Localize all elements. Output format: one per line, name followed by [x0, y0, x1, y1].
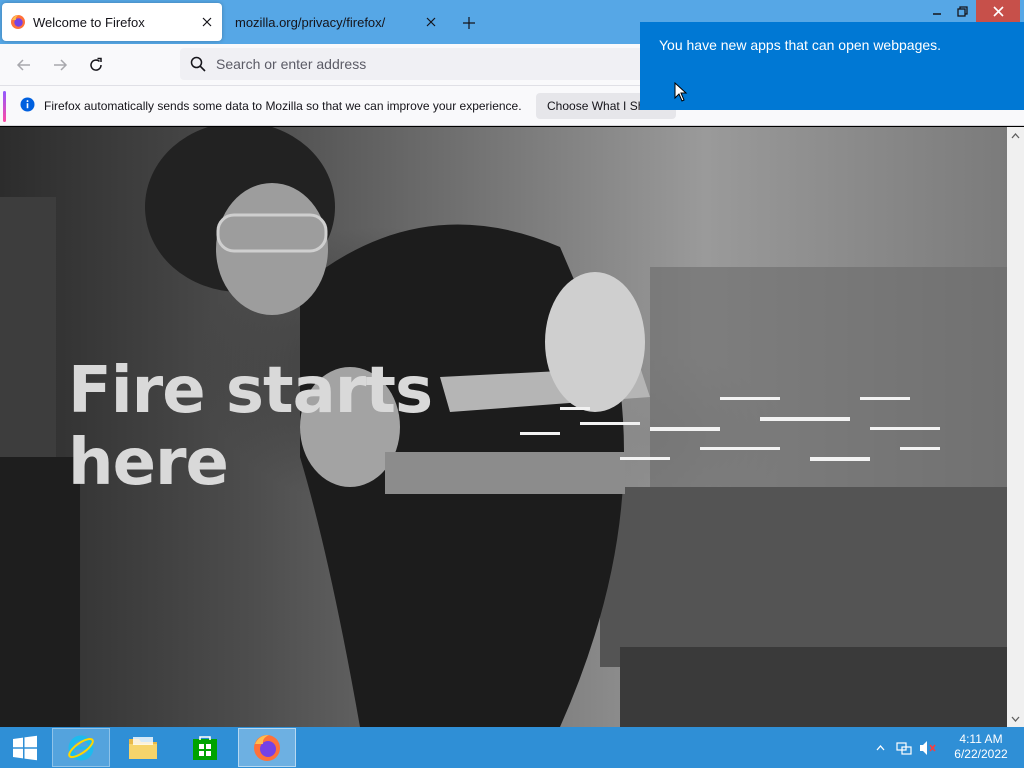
forward-button[interactable] [46, 51, 74, 79]
system-tray [870, 727, 942, 768]
restore-icon [956, 5, 968, 17]
store-icon [193, 735, 217, 760]
start-icon [13, 735, 37, 760]
search-icon [190, 56, 206, 72]
store-button[interactable] [176, 728, 234, 767]
network-icon[interactable] [894, 738, 914, 758]
tab-welcome[interactable]: Welcome to Firefox [2, 3, 222, 41]
restore-button[interactable] [950, 0, 974, 22]
file-explorer-icon [129, 736, 157, 759]
mouse-cursor-icon [674, 82, 688, 102]
clock-time: 4:11 AM [959, 732, 1003, 746]
firefox-favicon-icon [11, 15, 25, 29]
notification-accent [3, 91, 6, 122]
file-explorer-button[interactable] [114, 728, 172, 767]
plus-icon [463, 17, 475, 29]
notification-text: Firefox automatically sends some data to… [44, 99, 522, 113]
minimize-button[interactable] [926, 0, 948, 22]
vertical-scrollbar[interactable] [1007, 127, 1024, 727]
minimize-icon [933, 13, 941, 15]
volume-muted-icon[interactable] [918, 738, 938, 758]
internet-explorer-icon [68, 735, 94, 760]
reload-icon [90, 57, 102, 71]
tab-title: mozilla.org/privacy/firefox/ [235, 14, 386, 30]
close-window-button[interactable] [976, 0, 1020, 22]
show-hidden-icons-icon[interactable] [870, 738, 890, 758]
reload-button[interactable] [82, 51, 110, 79]
arrow-left-icon [16, 59, 30, 71]
close-tab-icon[interactable] [421, 12, 441, 32]
clock-date: 6/22/2022 [954, 747, 1008, 761]
close-icon [992, 5, 1004, 17]
toast-message: You have new apps that can open webpages… [659, 37, 942, 53]
scroll-down-icon[interactable] [1007, 710, 1024, 727]
close-tab-icon[interactable] [197, 12, 217, 32]
internet-explorer-button[interactable] [52, 728, 110, 767]
page-content: Fire starts here [0, 127, 1007, 727]
taskbar: 4:11 AM 6/22/2022 [0, 727, 1024, 768]
taskbar-clock[interactable]: 4:11 AM 6/22/2022 [945, 732, 1017, 762]
arrow-right-icon [54, 59, 68, 71]
back-button[interactable] [10, 51, 38, 79]
firefox-button[interactable] [238, 728, 296, 767]
address-bar[interactable] [180, 48, 660, 80]
new-tab-button[interactable] [458, 12, 480, 34]
hero-heading: Fire starts here [68, 354, 433, 500]
address-input[interactable] [216, 56, 616, 72]
firefox-icon [254, 734, 280, 761]
tab-privacy[interactable]: mozilla.org/privacy/firefox/ [224, 3, 446, 41]
info-icon [20, 97, 35, 112]
toast-notification[interactable]: You have new apps that can open webpages… [640, 22, 1024, 110]
desktop-screen: Welcome to Firefox mozilla.org/privacy/f… [0, 0, 1024, 768]
tab-title: Welcome to Firefox [33, 14, 145, 30]
scroll-up-icon[interactable] [1007, 127, 1024, 144]
start-button[interactable] [0, 728, 50, 767]
